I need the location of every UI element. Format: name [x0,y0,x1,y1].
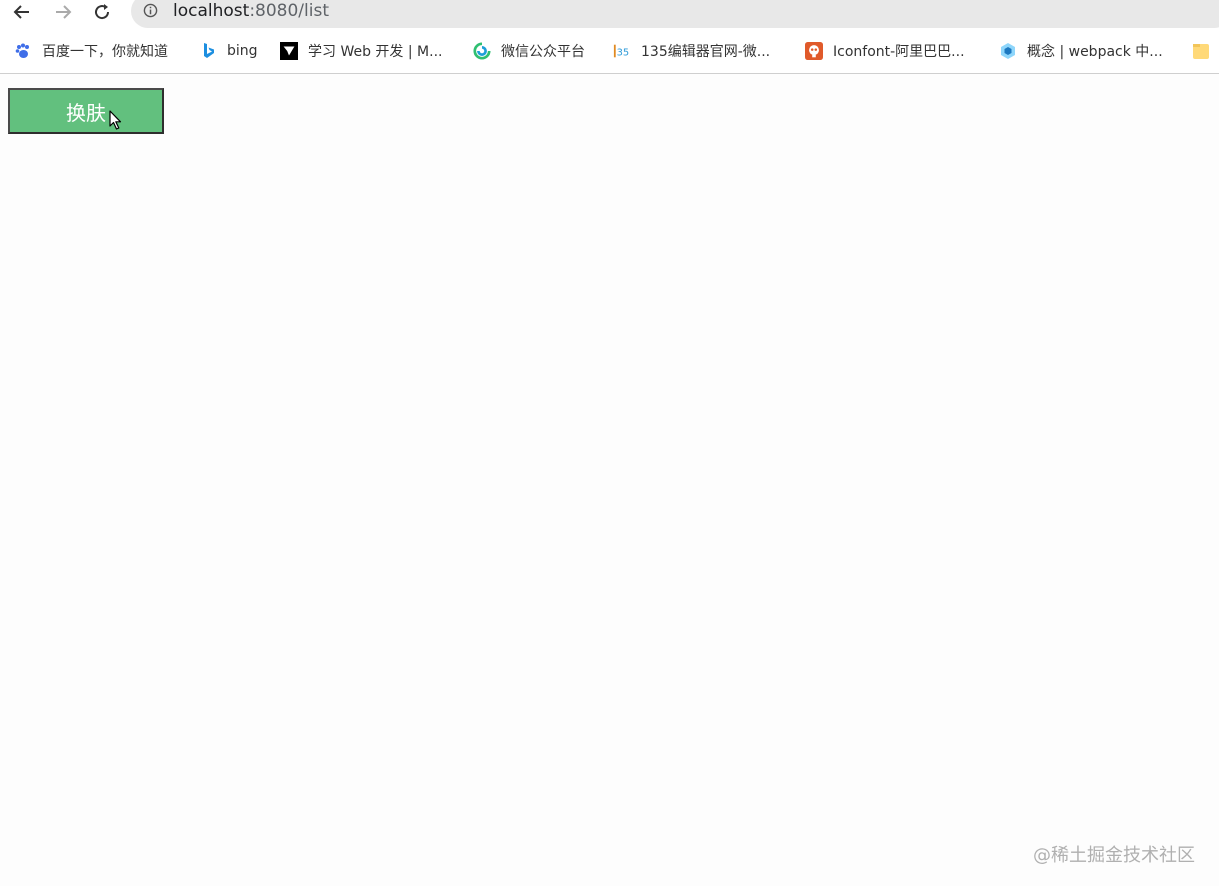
mdn-icon [280,42,298,60]
bookmark-label: Iconfont-阿里巴巴... [833,44,965,60]
bookmark-baidu[interactable]: 百度一下，你就知道 [14,40,168,62]
url-host: localhost [173,1,250,21]
bookmark-folder[interactable] [1192,40,1219,62]
browser-toolbar: localhost:8080/list [0,0,1219,30]
bookmark-label: 概念 | webpack 中... [1027,44,1163,60]
bookmark-label: 135编辑器官网-微... [641,44,771,60]
bookmarks-bar: 百度一下，你就知道 bing 学习 Web 开发 | M... 微信公众平台 3… [0,30,1219,74]
svg-text:35: 35 [617,48,630,59]
mouse-pointer-icon [109,110,122,130]
bookmark-iconfont[interactable]: Iconfont-阿里巴巴... [805,40,965,62]
iconfont-icon [805,42,823,60]
change-skin-button[interactable]: 换肤 [8,88,164,134]
forward-icon[interactable] [51,0,75,24]
bookmark-bing[interactable]: bing [199,40,258,62]
bookmark-label: 微信公众平台 [501,44,585,60]
reload-icon[interactable] [90,0,114,24]
baidu-paw-icon [14,42,32,60]
bookmark-label: 学习 Web 开发 | M... [308,44,443,60]
url-text[interactable]: localhost:8080/list [173,1,329,21]
bookmark-135-editor[interactable]: 35 135编辑器官网-微... [613,40,770,62]
bing-icon [199,42,217,60]
back-icon[interactable] [10,0,34,24]
wechat-mp-icon [473,42,491,60]
bookmark-label: 百度一下，你就知道 [42,44,168,60]
address-bar[interactable]: localhost:8080/list [131,0,1219,28]
bookmark-webpack[interactable]: 概念 | webpack 中... [999,40,1163,62]
change-skin-label: 换肤 [66,100,106,125]
bookmark-label: bing [227,43,258,59]
bookmark-mdn[interactable]: 学习 Web 开发 | M... [280,40,442,62]
url-path: :8080/list [249,1,329,21]
watermark: @稀土掘金技术社区 [1033,845,1195,866]
folder-icon [1192,42,1210,60]
info-icon[interactable] [143,3,158,18]
bookmark-wechat-mp[interactable]: 微信公众平台 [473,40,585,62]
135-editor-icon: 35 [613,42,631,60]
webpack-icon [999,42,1017,60]
